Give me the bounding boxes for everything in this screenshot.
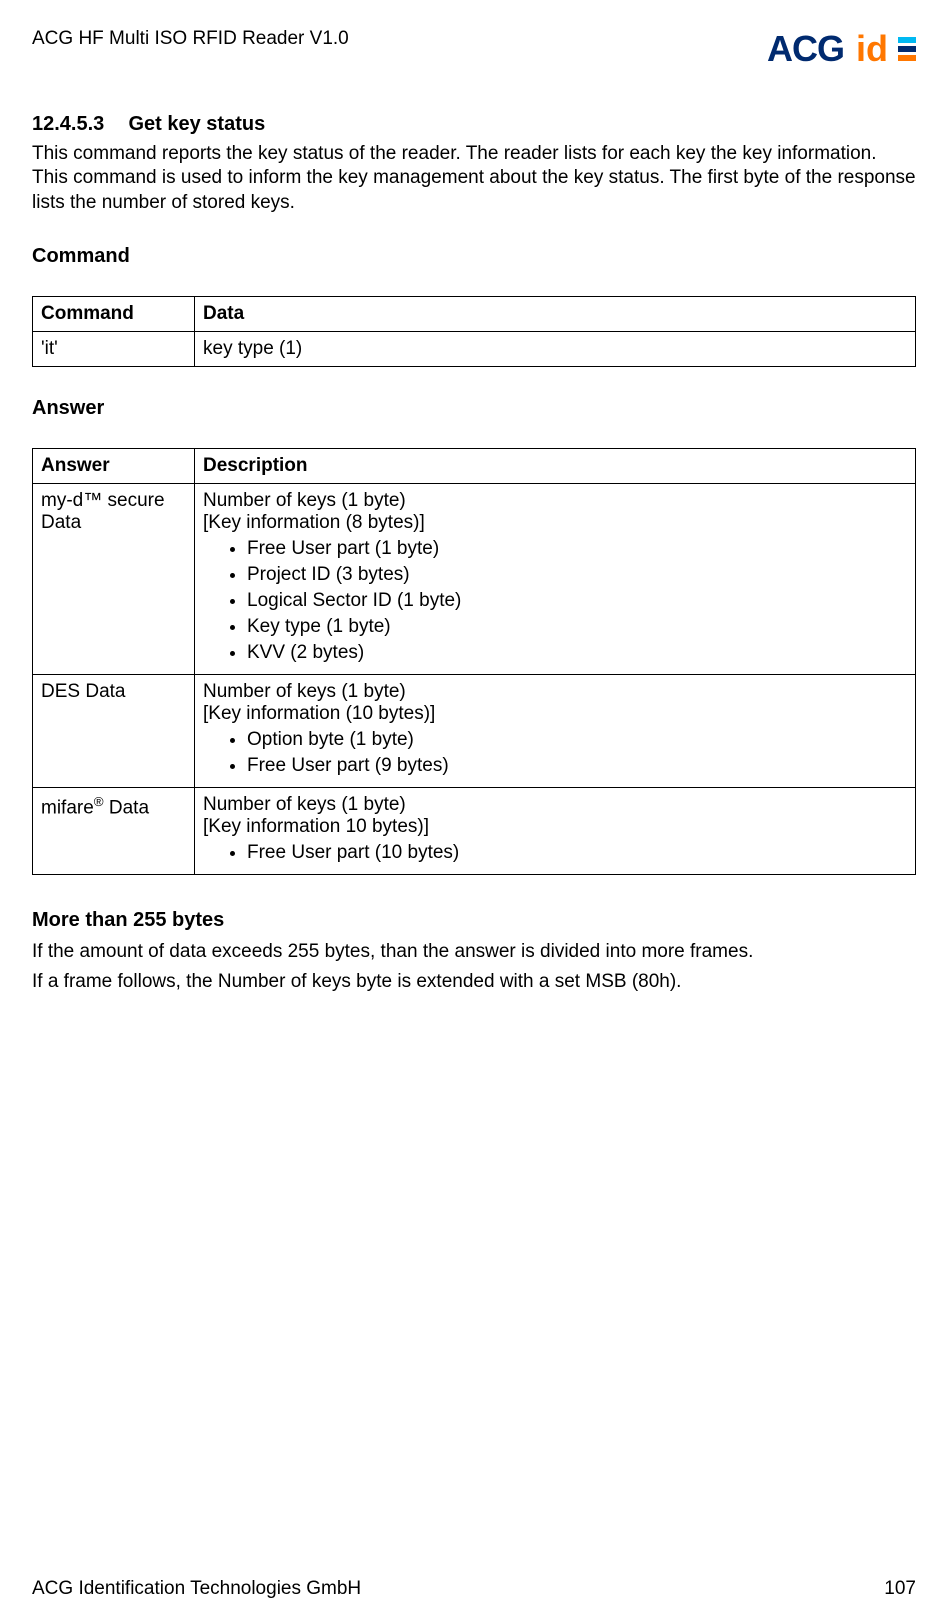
table-header-row: Command Data [33,296,916,331]
table-row: mifare® Data Number of keys (1 byte) [Ke… [33,787,916,874]
answer-tm: ® [94,794,104,809]
answer-pre: DES Data [41,681,125,702]
cell-description: Number of keys (1 byte) [Key information… [195,787,916,874]
list-item: KVV (2 bytes) [247,642,907,664]
footer-page-number: 107 [884,1578,916,1600]
desc-lines: Number of keys (1 byte) [Key information… [203,681,907,725]
list-item: Key type (1 byte) [247,616,907,638]
section-title: Get key status [128,113,265,135]
cell-command: 'it' [33,331,195,366]
cell-answer: my-d™ secure Data [33,483,195,674]
cell-data: key type (1) [195,331,916,366]
product-title: ACG HF Multi ISO RFID Reader V1.0 [32,28,349,50]
page-header: ACG HF Multi ISO RFID Reader V1.0 A C G … [32,28,916,70]
list-item: Free User part (10 bytes) [247,842,907,864]
more-p1: If the amount of data exceeds 255 bytes,… [32,940,916,964]
more-heading: More than 255 bytes [32,909,916,932]
list-item: Free User part (1 byte) [247,538,907,560]
cell-description: Number of keys (1 byte) [Key information… [195,483,916,674]
th-data: Data [195,296,916,331]
answer-pre: my-d [41,490,83,511]
command-heading: Command [32,245,916,268]
command-table: Command Data 'it' key type (1) [32,296,916,367]
desc-lines: Number of keys (1 byte) [Key information… [203,490,907,534]
logo-id: id [856,28,888,70]
answer-tm: ™ [83,490,102,511]
cell-description: Number of keys (1 byte) [Key information… [195,674,916,787]
section-body: This command reports the key status of t… [32,142,916,215]
list-item: Option byte (1 byte) [247,729,907,751]
table-row: 'it' key type (1) [33,331,916,366]
bullet-list: Free User part (1 byte) Project ID (3 by… [203,538,907,664]
cell-answer: DES Data [33,674,195,787]
answer-pre: mifare [41,797,94,818]
bullet-list: Free User part (10 bytes) [203,842,907,864]
th-command: Command [33,296,195,331]
th-answer: Answer [33,448,195,483]
answer-heading: Answer [32,397,916,420]
th-description: Description [195,448,916,483]
section-number: 12.4.5.3 [32,113,104,135]
logo-acg: A C G [767,28,844,70]
answer-table: Answer Description my-d™ secure Data Num… [32,448,916,875]
cell-answer: mifare® Data [33,787,195,874]
table-row: my-d™ secure Data Number of keys (1 byte… [33,483,916,674]
bullet-list: Option byte (1 byte) Free User part (9 b… [203,729,907,777]
logo-bars-icon [898,37,916,61]
list-item: Free User part (9 bytes) [247,755,907,777]
logo: A C G id [767,28,916,70]
table-row: DES Data Number of keys (1 byte) [Key in… [33,674,916,787]
section-heading: 12.4.5.3 Get key status [32,110,916,136]
page-footer: ACG Identification Technologies GmbH 107 [32,1578,916,1600]
list-item: Project ID (3 bytes) [247,564,907,586]
answer-post: Data [104,797,149,818]
more-p2: If a frame follows, the Number of keys b… [32,970,916,994]
footer-company: ACG Identification Technologies GmbH [32,1578,361,1600]
table-header-row: Answer Description [33,448,916,483]
list-item: Logical Sector ID (1 byte) [247,590,907,612]
logo-letter-c: C [792,28,817,70]
logo-letter-a: A [767,28,792,70]
desc-lines: Number of keys (1 byte) [Key information… [203,794,907,838]
logo-letter-g: G [817,28,844,70]
